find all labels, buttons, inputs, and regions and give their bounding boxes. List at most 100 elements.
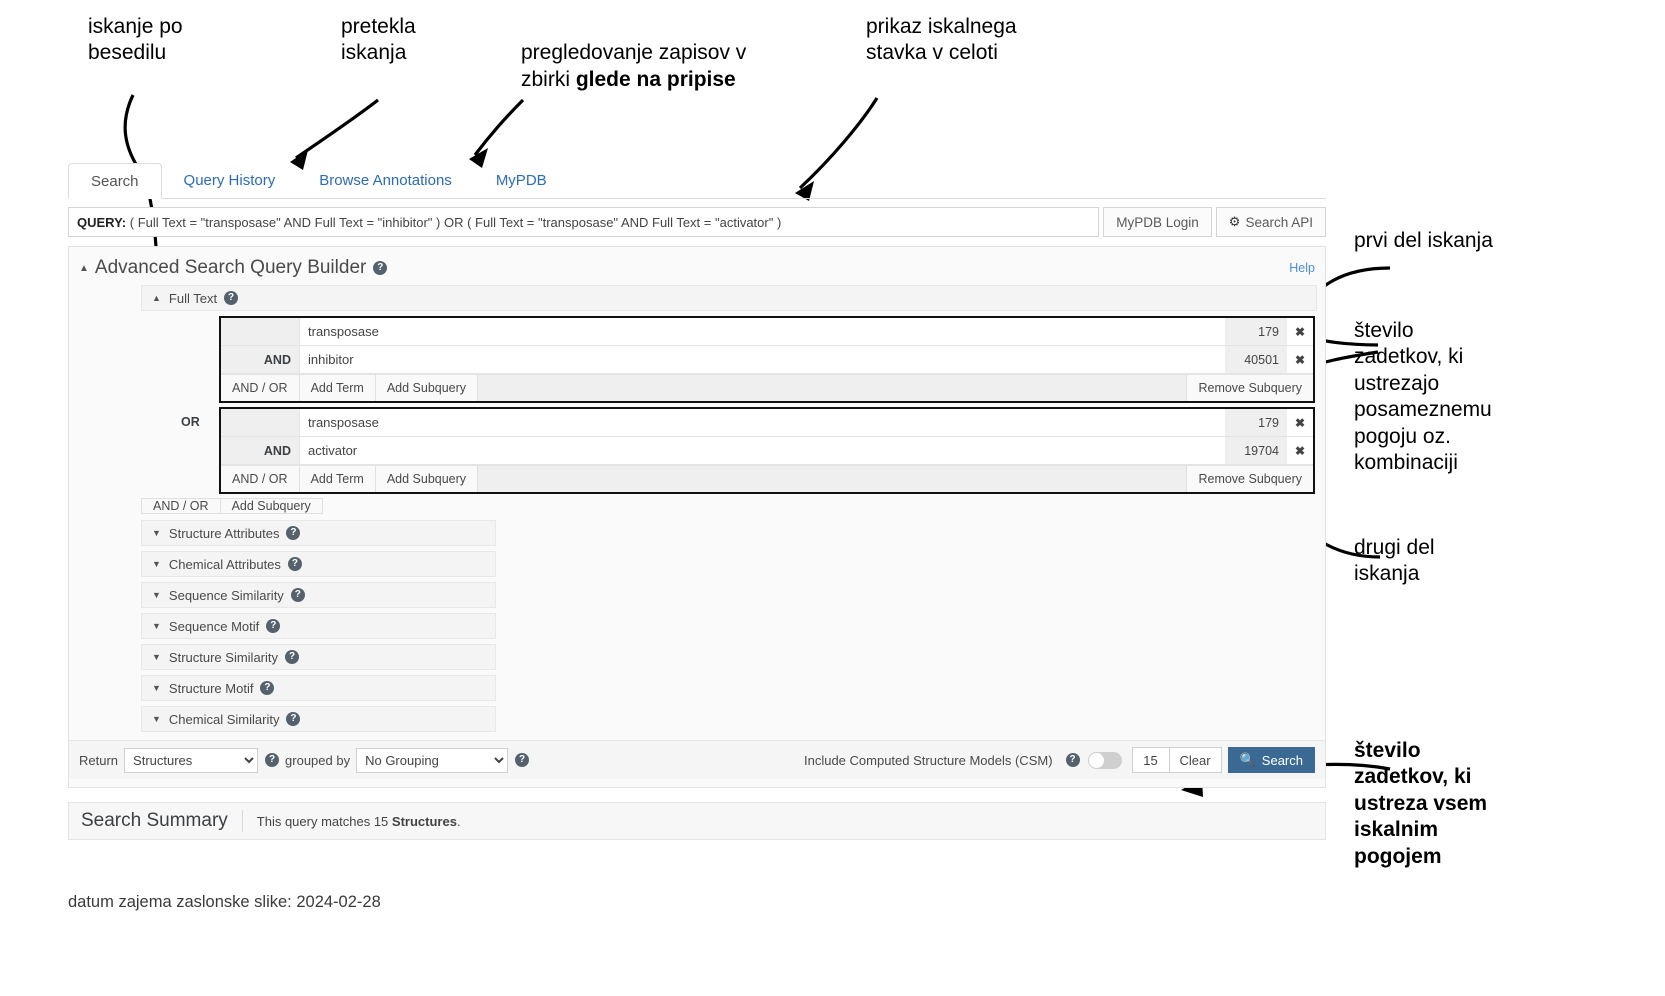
search-term-input[interactable]: inhibitor	[299, 346, 1225, 373]
add-subquery-button[interactable]: Add Subquery	[375, 375, 479, 401]
annotation-query-history: pretekla iskanja	[341, 15, 416, 65]
section-structure-similarity[interactable]: ▼ Structure Similarity ?	[141, 644, 496, 670]
section-chemical-attributes[interactable]: ▼ Chemical Attributes ?	[141, 551, 496, 577]
remove-term-icon[interactable]: ✖	[1287, 437, 1313, 464]
add-term-button[interactable]: Add Term	[299, 466, 376, 492]
advanced-search-title: Advanced Search Query Builder	[94, 257, 367, 278]
section-label: Structure Similarity	[168, 649, 278, 665]
gear-icon: ⚙	[1228, 214, 1241, 229]
search-api-button[interactable]: ⚙ Search API	[1215, 207, 1326, 237]
advanced-search-header[interactable]: ▲ Advanced Search Query Builder ? Help	[69, 247, 1325, 285]
tab-browse-annotations[interactable]: Browse Annotations	[297, 163, 474, 198]
return-label: Return	[79, 752, 119, 768]
advanced-search-panel: ▲ Advanced Search Query Builder ? Help ▲…	[68, 246, 1326, 788]
row-hit-count: 19704	[1225, 437, 1287, 464]
tab-query-history[interactable]: Query History	[162, 163, 298, 198]
search-api-label: Search API	[1245, 214, 1313, 230]
question-circle-icon[interactable]: ?	[290, 588, 305, 602]
outer-toolbar: AND / OR Add Subquery	[141, 498, 1315, 514]
chevron-down-icon: ▼	[152, 683, 161, 693]
section-label: Chemical Attributes	[168, 556, 281, 572]
mypdb-login-button[interactable]: MyPDB Login	[1103, 207, 1212, 237]
question-circle-icon[interactable]: ?	[515, 753, 530, 767]
tab-mypdb[interactable]: MyPDB	[474, 163, 569, 198]
section-label: Sequence Similarity	[168, 587, 284, 603]
remove-term-icon[interactable]: ✖	[1287, 318, 1313, 345]
tab-bar: Search Query History Browse Annotations …	[68, 163, 1326, 199]
remove-subquery-button[interactable]: Remove Subquery	[1186, 466, 1313, 492]
question-circle-icon[interactable]: ?	[265, 753, 280, 767]
section-sequence-similarity[interactable]: ▼ Sequence Similarity ?	[141, 582, 496, 608]
outer-and-or-button[interactable]: AND / OR	[141, 498, 221, 514]
section-chemical-similarity[interactable]: ▼ Chemical Similarity ?	[141, 706, 496, 732]
subquery-2: OR transposase 179 ✖ AND activator 19704…	[181, 407, 1315, 494]
query-string-display: QUERY: ( Full Text = "transposase" AND F…	[68, 207, 1100, 237]
csm-toggle[interactable]	[1087, 751, 1122, 769]
row-operator	[221, 318, 299, 345]
chevron-down-icon: ▼	[152, 652, 161, 662]
section-full-text[interactable]: ▲ Full Text ?	[141, 285, 1317, 311]
question-circle-icon[interactable]: ?	[287, 557, 302, 571]
return-type-select[interactable]: Structures	[124, 747, 259, 773]
annotation-query-display: prikaz iskalnega stavka v celoti	[866, 15, 1017, 65]
grouped-by-label: grouped by	[285, 752, 351, 768]
question-circle-icon[interactable]: ?	[286, 712, 301, 726]
row-hit-count: 40501	[1225, 346, 1287, 373]
subquery-toolbar: AND / OR Add Term Add Subquery Remove Su…	[221, 465, 1313, 492]
query-row: AND activator 19704 ✖	[221, 437, 1313, 465]
question-circle-icon[interactable]: ?	[260, 681, 275, 695]
annotation-total-hits: število zadetkov, ki ustreza vsem iskaln…	[1354, 739, 1488, 868]
remove-subquery-button[interactable]: Remove Subquery	[1186, 375, 1313, 401]
search-button-label: Search	[1261, 752, 1303, 768]
search-term-input[interactable]: activator	[299, 437, 1225, 464]
magnifier-icon: 🔍	[1239, 752, 1256, 767]
annotation-full-text-search: iskanje po besedilu	[88, 15, 183, 65]
summary-text-post: .	[456, 813, 461, 829]
clear-button[interactable]: Clear	[1169, 747, 1222, 773]
question-circle-icon[interactable]: ?	[224, 291, 239, 305]
outer-add-subquery-button[interactable]: Add Subquery	[219, 498, 323, 514]
row-operator[interactable]: AND	[221, 346, 299, 373]
pdb-search-app: Search Query History Browse Annotations …	[68, 163, 1326, 840]
capture-date-label: datum zajema zaslonske slike: 2024-02-28	[68, 893, 381, 911]
row-hit-count: 179	[1225, 409, 1287, 436]
query-row: transposase 179 ✖	[221, 409, 1313, 437]
help-link[interactable]: Help	[1289, 261, 1315, 275]
grouping-select[interactable]: No Grouping	[356, 747, 509, 773]
query-string-text: ( Full Text = "transposase" AND Full Tex…	[129, 214, 782, 230]
section-structure-motif[interactable]: ▼ Structure Motif ?	[141, 675, 496, 701]
summary-text-pre: This query matches 15	[256, 813, 392, 829]
section-full-text-label: Full Text	[168, 290, 218, 306]
remove-term-icon[interactable]: ✖	[1287, 409, 1313, 436]
question-circle-icon[interactable]: ?	[286, 526, 301, 540]
row-operator[interactable]: AND	[221, 437, 299, 464]
search-term-input[interactable]: transposase	[299, 318, 1225, 345]
question-circle-icon[interactable]: ?	[285, 650, 299, 664]
chevron-up-icon: ▲	[152, 293, 161, 303]
chevron-down-icon: ▼	[152, 621, 161, 631]
add-subquery-button[interactable]: Add Subquery	[375, 466, 479, 492]
tab-search[interactable]: Search	[68, 163, 162, 199]
add-term-button[interactable]: Add Term	[299, 375, 376, 401]
and-or-button[interactable]: AND / OR	[221, 466, 300, 492]
question-circle-icon[interactable]: ?	[266, 619, 281, 633]
annotation-browse-bold: glede na pripise	[575, 67, 736, 91]
chevron-down-icon: ▼	[152, 714, 161, 724]
section-structure-attributes[interactable]: ▼ Structure Attributes ?	[141, 520, 496, 546]
search-button[interactable]: 🔍 Search	[1227, 747, 1315, 773]
query-bar: QUERY: ( Full Text = "transposase" AND F…	[68, 207, 1326, 237]
and-or-button[interactable]: AND / OR	[221, 375, 300, 401]
subquery-1: transposase 179 ✖ AND inhibitor 40501 ✖ …	[219, 316, 1315, 403]
search-term-input[interactable]: transposase	[299, 409, 1225, 436]
return-bar: Return Structures ? grouped by No Groupi…	[69, 740, 1325, 779]
section-sequence-motif[interactable]: ▼ Sequence Motif ?	[141, 613, 496, 639]
result-count-display: 15	[1131, 747, 1170, 773]
search-summary-text: This query matches 15 Structures.	[257, 814, 461, 829]
annotation-second-part: drugi del iskanja	[1354, 536, 1435, 586]
question-circle-icon[interactable]: ?	[373, 261, 388, 275]
question-circle-icon[interactable]: ?	[1065, 753, 1080, 767]
search-summary-title: Search Summary	[81, 810, 228, 831]
remove-term-icon[interactable]: ✖	[1287, 346, 1313, 373]
